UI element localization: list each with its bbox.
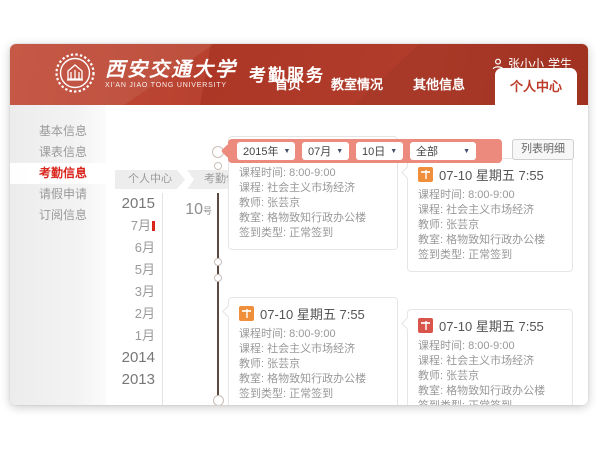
- timeline-year-2014[interactable]: 2014: [108, 347, 162, 369]
- card-header: 07-10 星期五 7:55: [418, 316, 562, 335]
- sidebar: 基本信息 课表信息 考勤信息 请假申请 订阅信息: [10, 105, 106, 405]
- card-course: 课程: 社会主义市场经济: [418, 354, 562, 369]
- chevron-down-icon: ▼: [283, 148, 290, 155]
- year-dropdown-value: 2015年: [243, 143, 278, 159]
- app-window: 西安交通大学 XI'AN JIAO TONG UNIVERSITY 考勤服务 张…: [10, 44, 588, 405]
- card-course: 课程: 社会主义市场经济: [418, 203, 562, 218]
- chevron-down-icon: ▼: [463, 148, 470, 155]
- card-course-time: 课程时间: 8:00-9:00: [418, 339, 562, 354]
- sidebar-item-attendance-info[interactable]: 考勤信息: [10, 163, 106, 184]
- university-name-block: 西安交通大学 XI'AN JIAO TONG UNIVERSITY: [105, 58, 237, 89]
- timeline-axis: [217, 193, 219, 405]
- timeline-year-2015[interactable]: 2015: [108, 193, 162, 215]
- timeline-month-7-selected[interactable]: 7月: [108, 215, 162, 237]
- nav-personal-center[interactable]: 个人中心: [495, 68, 577, 105]
- card-teacher: 教师: 张芸京: [239, 357, 387, 372]
- timeline-month-2[interactable]: 2月: [108, 303, 162, 325]
- attendance-card[interactable]: 07-10 星期五 7:55 课程时间: 8:00-9:00 课程: 社会主义市…: [407, 309, 573, 405]
- selected-month-marker: [152, 221, 155, 231]
- card-header: 07-10 星期五 7:55: [239, 304, 387, 323]
- nav-classrooms[interactable]: 教室情况: [331, 74, 383, 105]
- card-header: 07-10 星期五 7:55: [418, 165, 562, 184]
- timeline-month-3[interactable]: 3月: [108, 281, 162, 303]
- type-dropdown-value: 全部: [416, 143, 438, 159]
- content-area: 基本信息 课表信息 考勤信息 请假申请 订阅信息 个人中心 考勤信息 时间轴 2…: [10, 105, 588, 405]
- card-date: 07-10 星期五 7:55: [260, 304, 365, 323]
- breadcrumb-personal-center[interactable]: 个人中心: [115, 170, 185, 189]
- card-teacher: 教师: 张芸京: [418, 369, 562, 384]
- timeline-dot-small-2: [214, 258, 222, 266]
- day-marker-10-num: 10: [185, 201, 203, 218]
- university-name-en: XI'AN JIAO TONG UNIVERSITY: [105, 82, 237, 89]
- day-dropdown-value: 10日: [362, 143, 385, 159]
- nav-home[interactable]: 首页: [275, 74, 301, 105]
- card-date: 07-10 星期五 7:55: [439, 165, 544, 184]
- chevron-down-icon: ▼: [336, 148, 343, 155]
- attendance-card[interactable]: 07-10 星期五 7:55 课程时间: 8:00-9:00 课程: 社会主义市…: [228, 297, 398, 405]
- card-classroom: 教室: 格物致知行政办公楼: [418, 384, 562, 399]
- timeline-month-6[interactable]: 6月: [108, 237, 162, 259]
- month-dropdown-value: 07月: [308, 143, 331, 159]
- card-teacher: 教师: 张芸京: [239, 196, 387, 211]
- card-signin-type: 签到类型: 正常签到: [418, 248, 562, 263]
- sidebar-item-schedule-info[interactable]: 课表信息: [10, 142, 106, 163]
- month-nav-divider: [162, 193, 163, 405]
- date-filter-bar: 2015年 ▼ 07月 ▼ 10日 ▼ 全部 ▼: [228, 139, 502, 163]
- status-normal-icon: [418, 167, 433, 182]
- timeline-dot-day09: [213, 395, 224, 405]
- main-nav: 首页 教室情况 其他信息 个人中心: [275, 68, 577, 105]
- card-classroom: 教室: 格物致知行政办公楼: [239, 372, 387, 387]
- screenshot-stage: 西安交通大学 XI'AN JIAO TONG UNIVERSITY 考勤服务 张…: [0, 0, 600, 450]
- card-signin-type: 签到类型: 正常签到: [239, 226, 387, 241]
- timeline-year-2013[interactable]: 2013: [108, 369, 162, 391]
- timeline-month-7-label: 7月: [131, 218, 151, 233]
- timeline-month-1[interactable]: 1月: [108, 325, 162, 347]
- card-signin-type: 签到类型: 正常签到: [418, 399, 562, 405]
- card-course: 课程: 社会主义市场经济: [239, 342, 387, 357]
- nav-other-info[interactable]: 其他信息: [413, 74, 465, 105]
- card-course-time: 课程时间: 8:00-9:00: [418, 188, 562, 203]
- university-name-zh: 西安交通大学: [105, 58, 237, 80]
- card-course-time: 课程时间: 8:00-9:00: [239, 327, 387, 342]
- card-classroom: 教室: 格物致知行政办公楼: [418, 233, 562, 248]
- card-date: 07-10 星期五 7:55: [439, 316, 544, 335]
- list-detail-button[interactable]: 列表明细: [512, 139, 574, 160]
- day-dropdown[interactable]: 10日 ▼: [356, 142, 403, 160]
- day-marker-10: 10号: [166, 201, 212, 219]
- month-dropdown[interactable]: 07月 ▼: [302, 142, 349, 160]
- card-course: 课程: 社会主义市场经济: [239, 181, 387, 196]
- timeline-month-nav: 2015 7月 6月 5月 3月 2月 1月 2014 2013: [108, 193, 162, 391]
- day-marker-10-suffix: 号: [203, 206, 212, 216]
- sidebar-item-subscription-info[interactable]: 订阅信息: [10, 205, 106, 226]
- sidebar-item-leave-request[interactable]: 请假申请: [10, 184, 106, 205]
- type-dropdown[interactable]: 全部 ▼: [410, 142, 476, 160]
- card-teacher: 教师: 张芸京: [418, 218, 562, 233]
- attendance-card[interactable]: 07-10 星期五 7:55 课程时间: 8:00-9:00 课程: 社会主义市…: [407, 158, 573, 272]
- sidebar-item-basic-info[interactable]: 基本信息: [10, 121, 106, 142]
- status-normal-icon: [239, 306, 254, 321]
- card-course-time: 课程时间: 8:00-9:00: [239, 166, 387, 181]
- university-logo-icon: [54, 52, 96, 94]
- card-signin-type: 签到类型: 正常签到: [239, 387, 387, 402]
- timeline-month-5[interactable]: 5月: [108, 259, 162, 281]
- chevron-down-icon: ▼: [390, 148, 397, 155]
- timeline-dot-small-3: [214, 274, 222, 282]
- card-classroom: 教室: 格物致知行政办公楼: [239, 211, 387, 226]
- timeline-dot-small-1: [214, 162, 222, 170]
- year-dropdown[interactable]: 2015年 ▼: [237, 142, 295, 160]
- status-absent-icon: [418, 318, 433, 333]
- app-header: 西安交通大学 XI'AN JIAO TONG UNIVERSITY 考勤服务 张…: [10, 44, 588, 105]
